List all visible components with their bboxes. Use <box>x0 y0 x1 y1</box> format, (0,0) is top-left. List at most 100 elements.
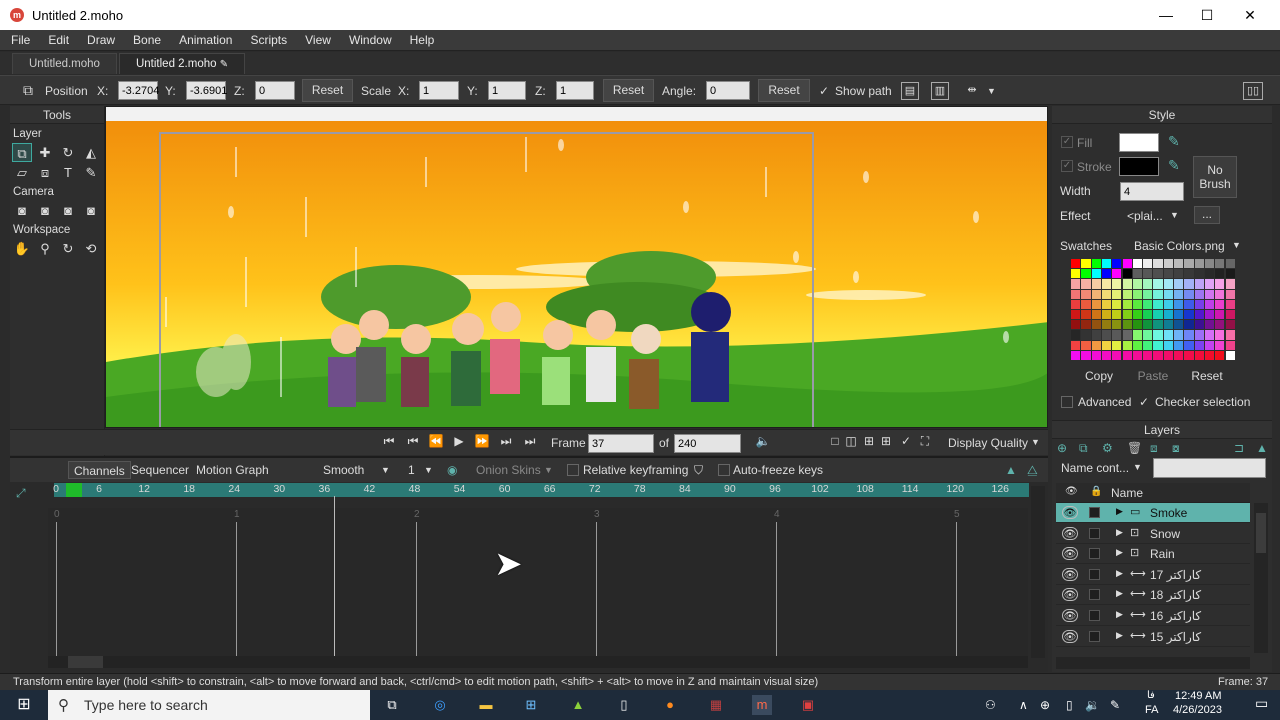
transform-layer-icon[interactable]: ⧉ <box>12 142 32 162</box>
workspace-canvas[interactable] <box>105 106 1048 428</box>
collapse-icon[interactable]: ▲ <box>1256 441 1268 455</box>
chevron-down-icon[interactable]: ▼ <box>1170 210 1179 220</box>
palette-swatch[interactable] <box>1225 330 1235 340</box>
layers-hscrollbar[interactable] <box>1056 657 1250 669</box>
palette-swatch[interactable] <box>1132 320 1143 330</box>
show-path-checkbox[interactable]: ✓ <box>819 84 829 98</box>
palette-swatch[interactable] <box>1225 279 1235 289</box>
task-view-icon[interactable]: ⧉ <box>382 695 402 715</box>
palette-swatch[interactable] <box>1194 279 1204 289</box>
palette-swatch[interactable] <box>1215 310 1225 320</box>
palette-swatch[interactable] <box>1215 279 1225 289</box>
palette-swatch[interactable] <box>1132 350 1143 360</box>
palette-swatch[interactable] <box>1143 279 1153 289</box>
stroke-color-swatch[interactable] <box>1119 157 1159 176</box>
palette-swatch[interactable] <box>1204 310 1215 320</box>
position-x-input[interactable]: -3.2704 <box>118 81 159 100</box>
tab-sequencer[interactable]: Sequencer <box>126 461 194 479</box>
palette-swatch[interactable] <box>1194 289 1204 299</box>
palette-swatch[interactable] <box>1122 269 1132 279</box>
palette-swatch[interactable] <box>1194 259 1204 269</box>
palette-swatch[interactable] <box>1184 310 1194 320</box>
palette-swatch[interactable] <box>1112 350 1122 360</box>
palette-swatch[interactable] <box>1112 289 1122 299</box>
palette-swatch[interactable] <box>1101 310 1112 320</box>
chevron-down-icon[interactable]: ▼ <box>987 86 996 96</box>
firefox-icon[interactable]: ● <box>660 695 680 715</box>
palette-swatch[interactable] <box>1143 310 1153 320</box>
fill-color-swatch[interactable] <box>1119 133 1159 152</box>
panel-toggle-icon[interactable]: ▯▯ <box>1243 82 1263 100</box>
menu-view[interactable]: View <box>294 33 338 47</box>
palette-swatch[interactable] <box>1215 320 1225 330</box>
timeline-vscrollbar[interactable] <box>1031 486 1045 658</box>
zoom-in-icon[interactable]: ▲ <box>1000 461 1022 479</box>
width-input[interactable]: 4 <box>1120 182 1184 201</box>
palette-swatch[interactable] <box>1143 269 1153 279</box>
palette-swatch[interactable] <box>1143 330 1153 340</box>
palette-swatch[interactable] <box>1122 320 1132 330</box>
taskbar-search-box[interactable]: ⚲ Type here to search <box>48 690 370 720</box>
fill-checkbox[interactable]: ✓ <box>1061 136 1073 148</box>
palette-swatch[interactable] <box>1204 279 1215 289</box>
minimize-button[interactable]: — <box>1143 0 1189 30</box>
palette-swatch[interactable] <box>1071 310 1081 320</box>
scale-z-input[interactable]: 1 <box>556 81 594 100</box>
interpolation-count-dropdown[interactable]: 1 <box>403 461 420 479</box>
copy-button[interactable]: Copy <box>1076 366 1122 388</box>
layer-lock-toggle[interactable] <box>1089 610 1100 621</box>
step-back-icon[interactable]: ⏪ <box>426 434 446 448</box>
eyedropper-icon[interactable]: ✎ <box>1168 157 1180 174</box>
next-keyframe-icon[interactable]: ⏭ <box>496 434 516 449</box>
palette-swatch[interactable] <box>1101 320 1112 330</box>
zoom-fit-icon[interactable]: ⧋ <box>1022 461 1043 479</box>
palette-swatch[interactable] <box>1215 259 1225 269</box>
menu-help[interactable]: Help <box>399 33 442 47</box>
tab-channels[interactable]: Channels <box>68 461 131 479</box>
palette-swatch[interactable] <box>1081 279 1091 289</box>
palette-swatch[interactable] <box>1153 299 1163 309</box>
palette-swatch[interactable] <box>1204 320 1215 330</box>
layer-row[interactable]: 👁 ▶ ⟷ کاراکتر 15 <box>1056 627 1250 647</box>
chevron-right-icon[interactable]: ▶ <box>1116 527 1123 538</box>
palette-swatch[interactable] <box>1153 259 1163 269</box>
moho-taskbar-icon[interactable]: m <box>752 695 772 715</box>
tool-layout-2-icon[interactable]: ▥ <box>931 82 949 100</box>
palette-swatch[interactable] <box>1071 340 1081 350</box>
palette-swatch[interactable] <box>1184 320 1194 330</box>
palette-swatch[interactable] <box>1215 340 1225 350</box>
palette-swatch[interactable] <box>1163 279 1173 289</box>
palette-swatch[interactable] <box>1153 310 1163 320</box>
palette-swatch[interactable] <box>1081 340 1091 350</box>
palette-swatch[interactable] <box>1112 279 1122 289</box>
snapping-icon[interactable]: ⇹ <box>960 82 984 100</box>
palette-swatch[interactable] <box>1194 269 1204 279</box>
view-split-icon[interactable]: ◫ <box>841 434 861 448</box>
palette-swatch[interactable] <box>1081 299 1091 309</box>
tab-motion-graph[interactable]: Motion Graph <box>191 461 274 479</box>
palette-swatch[interactable] <box>1153 330 1163 340</box>
app-icon[interactable]: ▲ <box>568 695 588 715</box>
menu-window[interactable]: Window <box>338 33 399 47</box>
camtasia-icon[interactable]: ▣ <box>798 695 818 715</box>
palette-swatch[interactable] <box>1132 279 1143 289</box>
scale-y-input[interactable]: 1 <box>488 81 526 100</box>
frame-input[interactable]: 37 <box>588 434 654 453</box>
palette-swatch[interactable] <box>1122 259 1132 269</box>
palette-swatch[interactable] <box>1194 310 1204 320</box>
position-z-input[interactable]: 0 <box>255 81 295 100</box>
layer-row[interactable]: 👁 ▶ ⟷ کاراکتر 18 <box>1056 585 1250 606</box>
layer-lock-toggle[interactable] <box>1089 527 1100 539</box>
layer-filter-input[interactable] <box>1153 458 1266 478</box>
person-icon[interactable]: ⚇ <box>985 698 996 712</box>
palette-swatch[interactable] <box>1081 269 1091 279</box>
eye-icon[interactable]: 👁 <box>1062 526 1078 540</box>
doc-tab-untitled-2[interactable]: Untitled 2.moho ✎ <box>118 53 246 74</box>
palette-swatch[interactable] <box>1184 340 1194 350</box>
magnifier-icon[interactable]: ⚲ <box>35 239 55 258</box>
palette-swatch[interactable] <box>1101 330 1112 340</box>
chevron-right-icon[interactable]: ▶ <box>1116 547 1123 558</box>
palette-swatch[interactable] <box>1204 340 1215 350</box>
palette-swatch[interactable] <box>1184 299 1194 309</box>
palette-swatch[interactable] <box>1153 320 1163 330</box>
